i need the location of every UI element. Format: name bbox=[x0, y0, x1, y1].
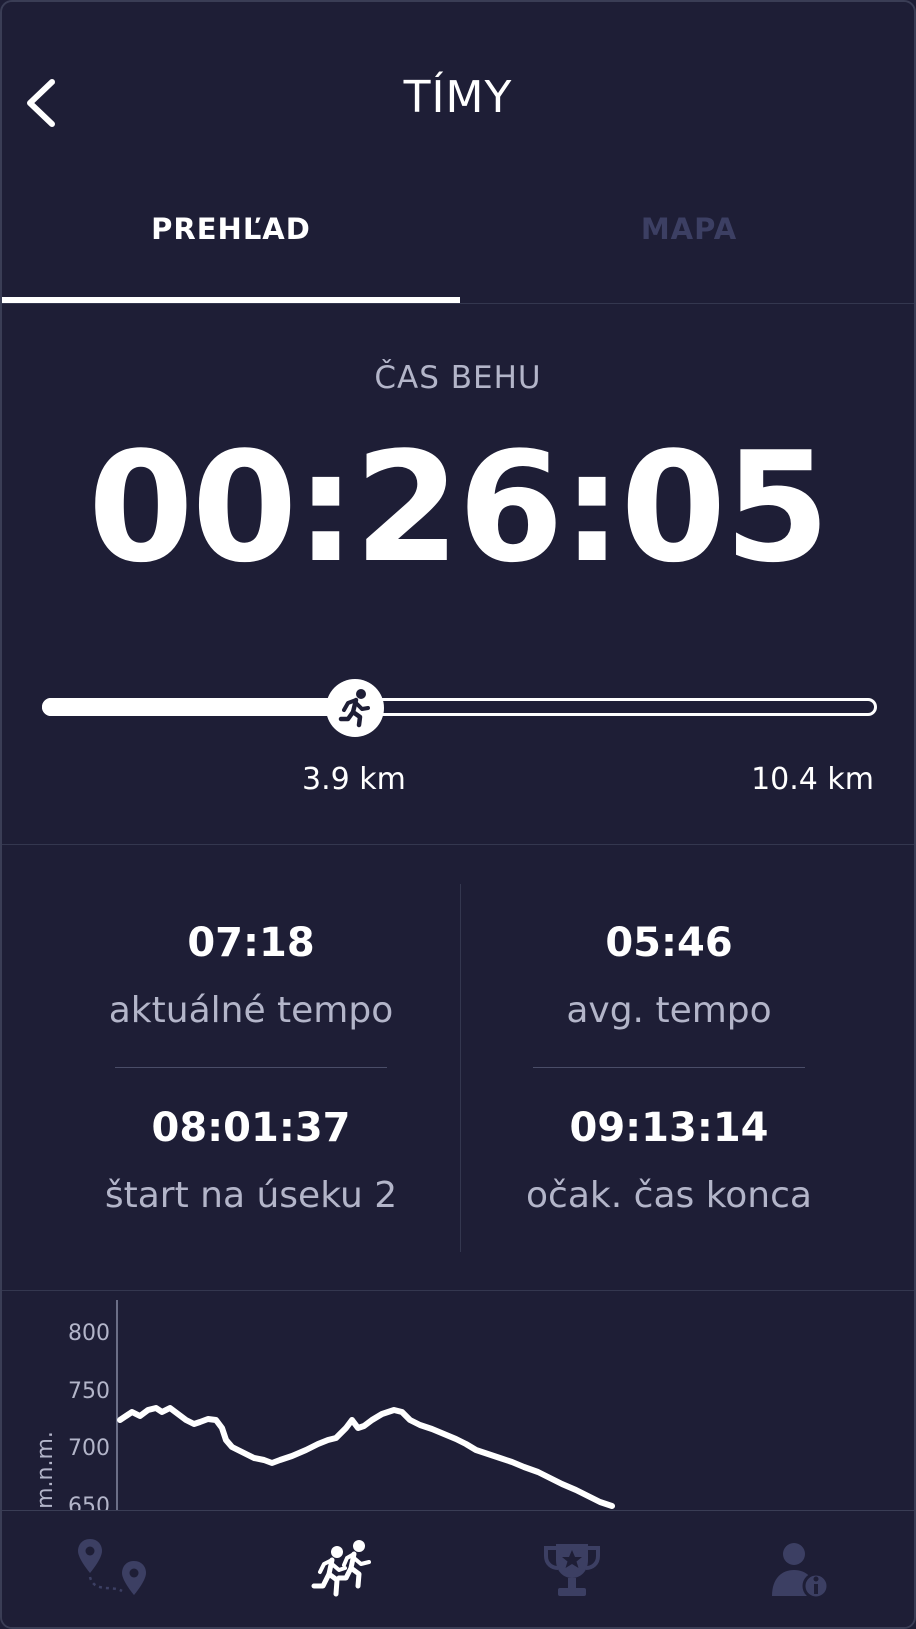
nav-route[interactable] bbox=[2, 1511, 230, 1627]
expected-finish-label: očak. čas konca bbox=[526, 1175, 812, 1216]
bottom-nav bbox=[2, 1510, 914, 1627]
y-tick-label: 750 bbox=[68, 1379, 110, 1404]
divider bbox=[2, 303, 914, 304]
runner-icon bbox=[338, 689, 371, 728]
section-start-label: štart na úseku 2 bbox=[104, 1175, 398, 1216]
route-pins-icon bbox=[78, 1538, 146, 1595]
run-time-value: 00:26:05 bbox=[87, 419, 830, 596]
divider bbox=[2, 1290, 914, 1291]
y-tick-label: 650 bbox=[68, 1494, 110, 1510]
tab-overview[interactable]: PREHĽAD bbox=[2, 212, 460, 246]
elevation-chart: 800 750 700 650 m.n.m. bbox=[2, 1292, 914, 1510]
team-runners-icon bbox=[311, 1539, 371, 1596]
current-pace-value: 07:18 bbox=[187, 920, 315, 966]
tab-map[interactable]: MAPA bbox=[460, 212, 914, 246]
y-tick-label: 700 bbox=[68, 1436, 110, 1461]
user-info-icon bbox=[772, 1542, 830, 1599]
page-title: TÍMY bbox=[403, 72, 513, 123]
total-distance-label: 10.4 km bbox=[751, 762, 874, 797]
stats-divider-left bbox=[115, 1067, 387, 1068]
current-pace-label: aktuálné tempo bbox=[108, 990, 394, 1031]
divider bbox=[2, 844, 914, 845]
elevation-profile-line bbox=[117, 1405, 615, 1509]
current-distance-label: 3.9 km bbox=[302, 762, 406, 797]
trophy-icon bbox=[544, 1543, 600, 1596]
app-screen: TÍMY PREHĽAD MAPA ČAS BEHU 00:26:05 3.9 … bbox=[0, 0, 916, 1629]
y-tick-label: 800 bbox=[68, 1321, 110, 1346]
stats-divider-right bbox=[533, 1067, 805, 1068]
distance-progress-fill bbox=[42, 698, 356, 716]
section-start-value: 08:01:37 bbox=[151, 1105, 351, 1151]
nav-profile[interactable] bbox=[686, 1511, 914, 1627]
avg-pace-value: 05:46 bbox=[605, 920, 733, 966]
expected-finish-value: 09:13:14 bbox=[569, 1105, 769, 1151]
run-time-caption: ČAS BEHU bbox=[374, 360, 542, 396]
elevation-chart-svg: 800 750 700 650 m.n.m. bbox=[33, 1300, 615, 1510]
avg-pace-label: avg. tempo bbox=[566, 990, 772, 1031]
nav-results[interactable] bbox=[458, 1511, 686, 1627]
progress-thumb[interactable] bbox=[326, 679, 385, 737]
nav-team[interactable] bbox=[230, 1511, 458, 1627]
y-axis-label: m.n.m. bbox=[33, 1431, 58, 1509]
